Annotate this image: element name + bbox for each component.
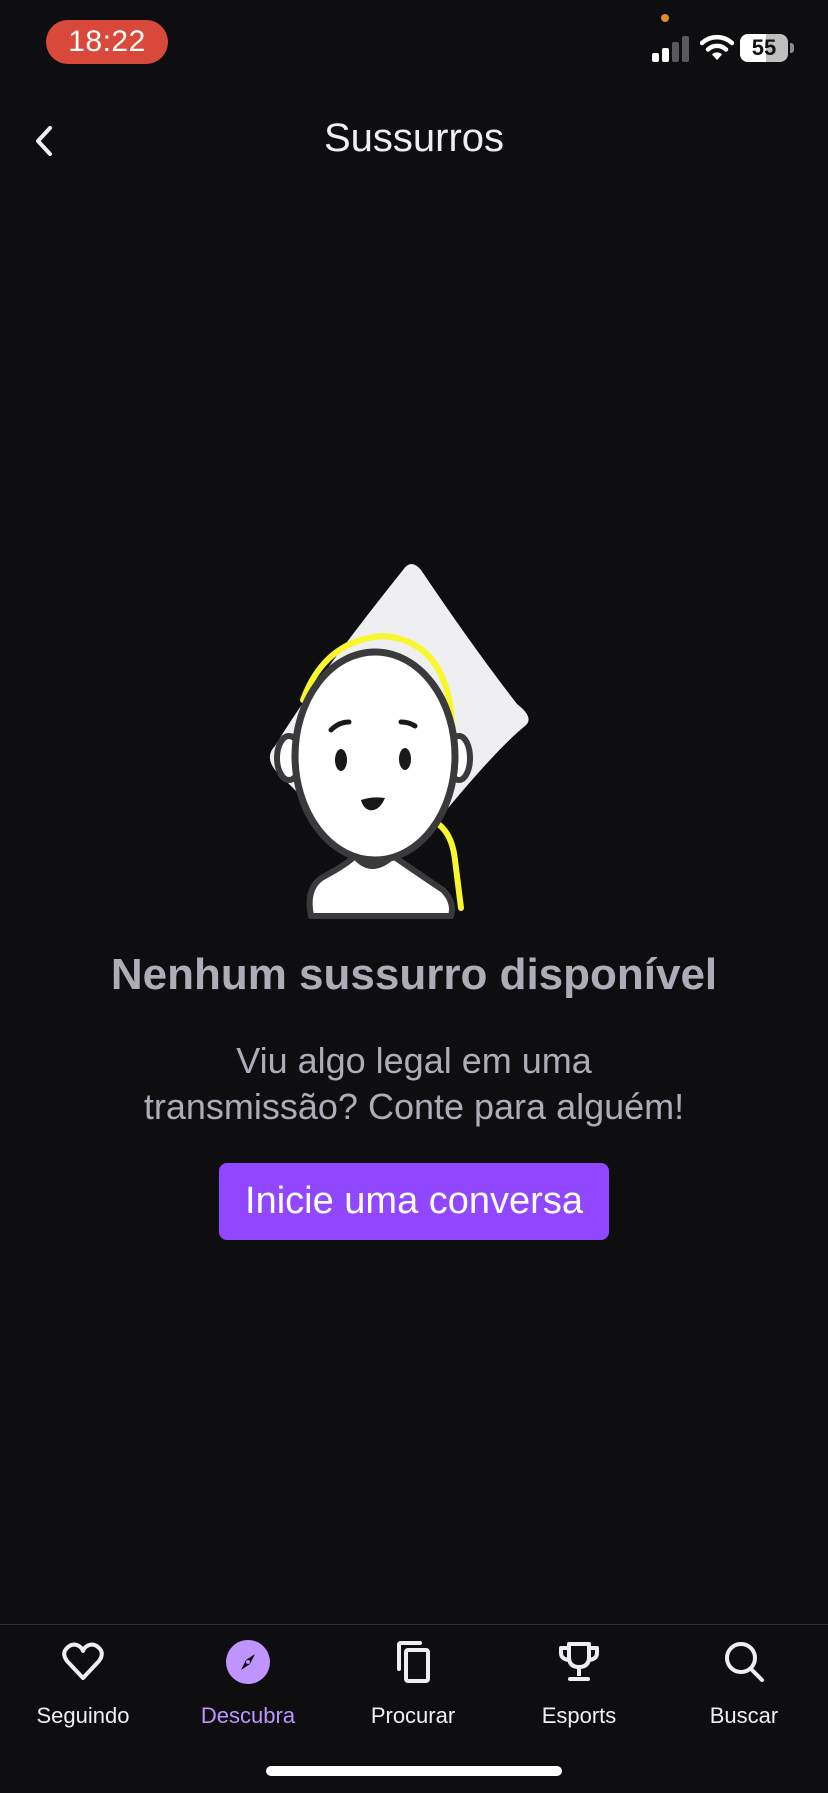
empty-state-description-line-1: Viu algo legal em uma bbox=[236, 1040, 592, 1081]
battery-cap bbox=[790, 43, 794, 53]
person-with-pillow-illustration bbox=[269, 564, 529, 919]
page-title: Sussurros bbox=[323, 116, 505, 160]
header: Sussurros bbox=[0, 100, 828, 180]
tab-buscar[interactable]: Buscar bbox=[661, 1639, 827, 1749]
back-button[interactable] bbox=[20, 114, 68, 166]
tab-label: Procurar bbox=[370, 1703, 456, 1728]
status-time: 18:22 bbox=[46, 20, 168, 64]
tab-procurar[interactable]: Procurar bbox=[330, 1639, 496, 1749]
status-bar: 18:22 55 bbox=[0, 0, 828, 90]
tab-label: Seguindo bbox=[36, 1703, 130, 1728]
empty-state-description-line-2: transmissão? Conte para alguém! bbox=[143, 1086, 685, 1127]
tab-descubra[interactable]: Descubra bbox=[165, 1639, 331, 1749]
tab-seguindo[interactable]: Seguindo bbox=[0, 1639, 166, 1749]
compass-icon bbox=[226, 1640, 270, 1684]
battery-percent: 55 bbox=[751, 35, 777, 60]
start-conversation-button[interactable]: Inicie uma conversa bbox=[219, 1163, 609, 1240]
heart-icon bbox=[62, 1642, 104, 1680]
copy-icon bbox=[397, 1641, 430, 1683]
tab-label: Buscar bbox=[709, 1703, 779, 1728]
empty-state-title: Nenhum sussurro disponível bbox=[110, 950, 718, 999]
battery-icon: 55 bbox=[740, 34, 794, 62]
battery-body: 55 bbox=[740, 34, 788, 62]
tab-label: Esports bbox=[541, 1703, 617, 1728]
privacy-indicator-dot bbox=[661, 14, 669, 22]
trophy-icon bbox=[559, 1642, 599, 1681]
cellular-signal-icon bbox=[652, 36, 689, 62]
wifi-icon bbox=[700, 34, 734, 60]
chevron-left-icon bbox=[36, 126, 52, 156]
empty-state-description: Viu algo legal em uma transmissão? Conte… bbox=[114, 1038, 714, 1130]
tab-label: Descubra bbox=[200, 1703, 296, 1728]
search-icon bbox=[725, 1642, 764, 1682]
home-indicator[interactable] bbox=[266, 1766, 562, 1776]
tab-esports[interactable]: Esports bbox=[496, 1639, 662, 1749]
